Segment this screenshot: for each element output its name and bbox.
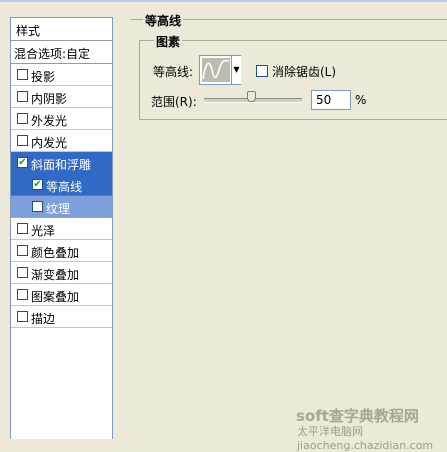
contour-picker[interactable]: ▼: [199, 55, 241, 85]
style-label-outer-glow: 外发光: [31, 114, 68, 128]
range-value-input[interactable]: 50: [311, 90, 351, 110]
style-item-drop-shadow[interactable]: 投影: [11, 64, 112, 86]
style-item-inner-shadow[interactable]: 内阴影: [11, 86, 112, 108]
style-label-satin: 光泽: [31, 224, 56, 238]
range-label: 范围(R):: [151, 95, 197, 109]
style-checkbox-bevel-emboss[interactable]: ✔: [17, 157, 28, 168]
style-label-drop-shadow: 投影: [31, 70, 56, 84]
style-checkbox-inner-shadow[interactable]: [17, 91, 28, 102]
style-item-pattern-overlay[interactable]: 图案叠加: [11, 284, 112, 306]
style-label-gradient-overlay: 渐变叠加: [31, 268, 80, 282]
style-item-satin[interactable]: 光泽: [11, 218, 112, 240]
watermark-line2: 太平洋电脑网 jiaocheng.chazidian.com: [297, 425, 434, 452]
style-label-bevel-emboss: 斜面和浮雕: [31, 158, 92, 172]
styles-list-panel: 样式 混合选项:自定 投影 内阴影 外发光 内发光 ✔ 斜面和浮雕 ✔ 等高线: [10, 17, 113, 439]
style-checkbox-color-overlay[interactable]: [17, 245, 28, 256]
style-label-pattern-overlay: 图案叠加: [31, 290, 80, 304]
style-checkbox-pattern-overlay[interactable]: [17, 289, 28, 300]
style-item-texture[interactable]: 纹理: [11, 196, 112, 218]
anti-alias-label[interactable]: 消除锯齿(L): [272, 63, 336, 80]
style-item-inner-glow[interactable]: 内发光: [11, 130, 112, 152]
anti-alias-checkbox[interactable]: [256, 65, 268, 77]
style-checkbox-outer-glow[interactable]: [17, 113, 28, 124]
style-item-stroke[interactable]: 描边: [11, 306, 112, 328]
style-checkbox-gradient-overlay[interactable]: [17, 267, 28, 278]
elements-group-title: 图素: [154, 33, 183, 50]
style-checkbox-texture[interactable]: [32, 201, 43, 212]
contour-section-title: 等高线: [143, 12, 184, 29]
effects-list: 投影 内阴影 外发光 内发光 ✔ 斜面和浮雕 ✔ 等高线 纹理 光泽 颜色叠加 …: [11, 64, 112, 328]
style-label-texture: 纹理: [46, 202, 71, 216]
contour-label: 等高线:: [153, 65, 194, 79]
style-checkbox-satin[interactable]: [17, 223, 28, 234]
contour-curve-thumbnail[interactable]: [202, 58, 230, 82]
contour-curve-icon: [202, 59, 230, 80]
range-slider-thumb[interactable]: [247, 91, 256, 102]
styles-header-label: 样式: [16, 24, 41, 38]
style-label-inner-glow: 内发光: [31, 136, 68, 150]
style-item-outer-glow[interactable]: 外发光: [11, 108, 112, 130]
blend-options-item[interactable]: 混合选项:自定: [11, 41, 112, 64]
style-checkbox-drop-shadow[interactable]: [17, 69, 28, 80]
style-item-color-overlay[interactable]: 颜色叠加: [11, 240, 112, 262]
style-checkbox-contour[interactable]: ✔: [32, 179, 43, 190]
range-unit-label: %: [355, 93, 367, 107]
style-label-inner-shadow: 内阴影: [31, 92, 68, 106]
contour-dropdown-arrow-icon[interactable]: ▼: [231, 56, 241, 84]
style-label-stroke: 描边: [31, 312, 56, 326]
style-item-bevel-emboss[interactable]: ✔ 斜面和浮雕: [11, 152, 112, 174]
style-checkbox-inner-glow[interactable]: [17, 135, 28, 146]
style-checkbox-stroke[interactable]: [17, 311, 28, 322]
style-item-gradient-overlay[interactable]: 渐变叠加: [11, 262, 112, 284]
style-item-contour[interactable]: ✔ 等高线: [11, 174, 112, 196]
blend-options-label: 混合选项:自定: [14, 47, 91, 61]
style-label-color-overlay: 颜色叠加: [31, 246, 80, 260]
top-border: [0, 0, 447, 2]
style-label-contour: 等高线: [46, 180, 83, 194]
styles-header[interactable]: 样式: [11, 18, 112, 41]
